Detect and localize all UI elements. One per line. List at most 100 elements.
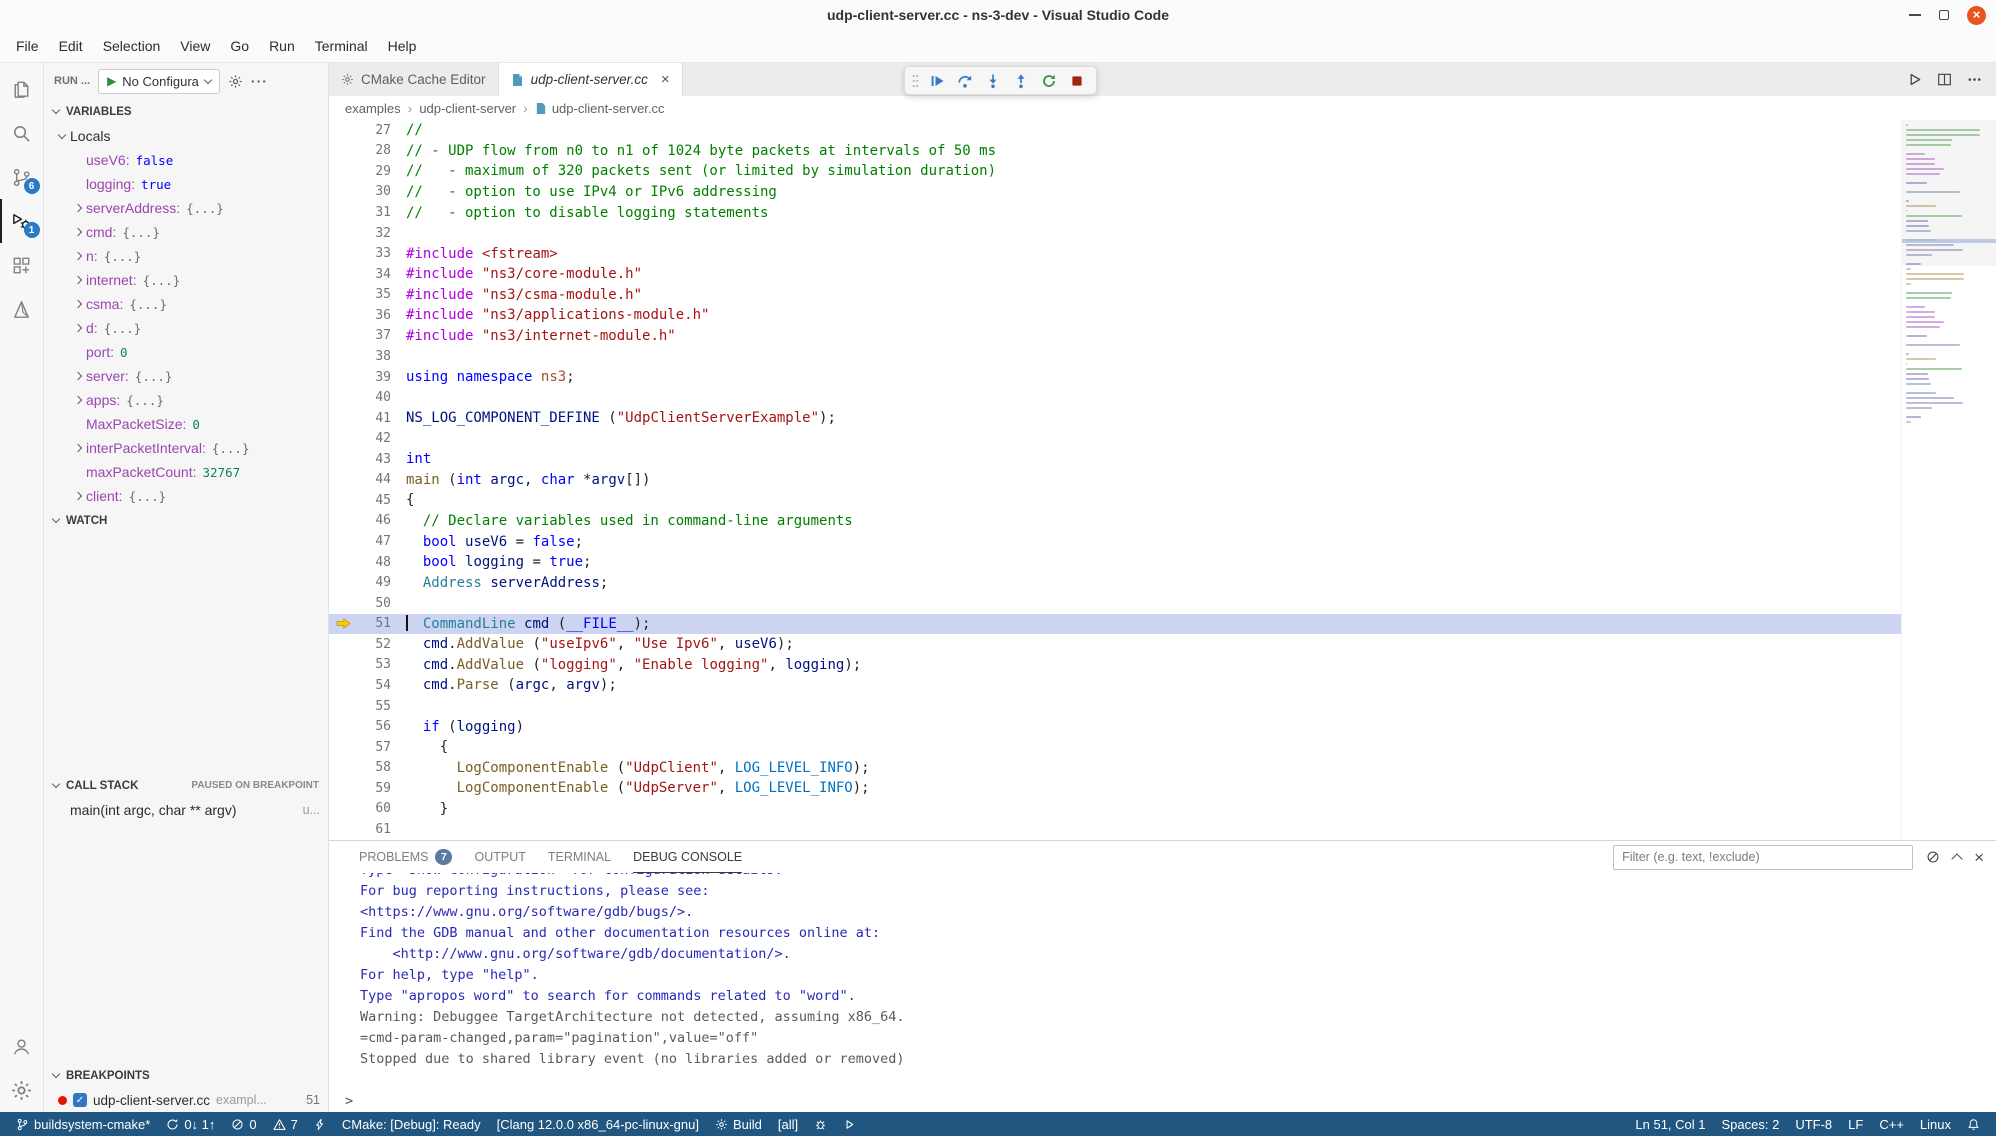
code-line[interactable]: 55 <box>329 696 1901 717</box>
console-input[interactable]: > <box>329 1090 1996 1112</box>
panel-tab-output[interactable]: OUTPUT <box>474 841 525 873</box>
run-debug-icon[interactable]: 1 <box>0 199 44 243</box>
variable-row[interactable]: n:{...} <box>44 244 328 268</box>
breakpoint-checkbox[interactable]: ✓ <box>73 1093 87 1107</box>
clear-console-icon[interactable] <box>1926 850 1940 864</box>
code-line[interactable]: 46 // Declare variables used in command-… <box>329 511 1901 532</box>
step-over-button[interactable] <box>952 68 977 93</box>
chevron-down-icon[interactable] <box>54 135 70 138</box>
breadcrumb-item-udp-client-servercc[interactable]: udp-client-server.cc <box>535 101 665 116</box>
variable-row[interactable]: internet:{...} <box>44 268 328 292</box>
more-actions-icon[interactable] <box>1967 72 1982 87</box>
continue-button[interactable] <box>924 68 949 93</box>
breadcrumb-item-udp-client-server[interactable]: udp-client-server <box>419 101 516 116</box>
code-line[interactable]: 56 if (logging) <box>329 716 1901 737</box>
cursor-position[interactable]: Ln 51, Col 1 <box>1627 1112 1713 1136</box>
extensions-icon[interactable] <box>0 243 44 287</box>
breadcrumb-item-examples[interactable]: examples <box>345 101 401 116</box>
minimize-button[interactable] <box>1909 14 1921 16</box>
minimap[interactable] <box>1901 120 1996 840</box>
split-editor-icon[interactable] <box>1937 72 1952 87</box>
code-line[interactable]: 39using namespace ns3; <box>329 367 1901 388</box>
close-button[interactable]: × <box>1967 6 1986 25</box>
code-line[interactable]: 48 bool logging = true; <box>329 552 1901 573</box>
console-filter-input[interactable] <box>1613 845 1913 870</box>
remote-os[interactable]: Linux <box>1912 1112 1959 1136</box>
code-line[interactable]: 53 cmd.AddValue ("logging", "Enable logg… <box>329 655 1901 676</box>
maximize-button[interactable] <box>1939 10 1949 20</box>
explorer-icon[interactable] <box>0 67 44 111</box>
code-line[interactable]: 36#include "ns3/applications-module.h" <box>329 305 1901 326</box>
code-line[interactable]: 42 <box>329 428 1901 449</box>
chevron-right-icon[interactable] <box>70 445 86 451</box>
code-line[interactable]: 54 cmd.Parse (argc, argv); <box>329 675 1901 696</box>
breakpoint-item[interactable]: ✓ udp-client-server.cc exampl... 51 <box>44 1088 328 1112</box>
errors-status[interactable]: 0 <box>223 1112 264 1136</box>
menu-help[interactable]: Help <box>378 33 427 59</box>
warnings-status[interactable]: 7 <box>265 1112 306 1136</box>
code-line[interactable]: 52 cmd.AddValue ("useIpv6", "Use Ipv6", … <box>329 634 1901 655</box>
chevron-right-icon[interactable] <box>70 205 86 211</box>
settings-gear-icon[interactable] <box>0 1068 44 1112</box>
branch-status[interactable]: buildsystem-cmake* <box>8 1112 158 1136</box>
account-icon[interactable] <box>0 1024 44 1068</box>
eol[interactable]: LF <box>1840 1112 1871 1136</box>
tab-cmake-cache-editor[interactable]: CMake Cache Editor <box>329 63 499 96</box>
chevron-right-icon[interactable] <box>70 253 86 259</box>
step-out-button[interactable] <box>1008 68 1033 93</box>
code-line[interactable]: 38 <box>329 346 1901 367</box>
start-debugging-icon[interactable]: ▶ <box>107 74 116 88</box>
code-line[interactable]: 61 <box>329 819 1901 840</box>
code-line[interactable]: 40 <box>329 387 1901 408</box>
menu-selection[interactable]: Selection <box>93 33 171 59</box>
chevron-right-icon[interactable] <box>70 229 86 235</box>
build-target[interactable]: [all] <box>770 1112 806 1136</box>
variable-row[interactable]: useV6:false <box>44 148 328 172</box>
code-line[interactable]: 32 <box>329 223 1901 244</box>
chevron-right-icon[interactable] <box>70 493 86 499</box>
menu-edit[interactable]: Edit <box>49 33 93 59</box>
code-line[interactable]: 33#include <fstream> <box>329 243 1901 264</box>
maximize-panel-icon[interactable] <box>1951 853 1962 864</box>
stop-button[interactable] <box>1064 68 1089 93</box>
variable-row[interactable]: serverAddress:{...} <box>44 196 328 220</box>
code-line[interactable]: 28// - UDP flow from n0 to n1 of 1024 by… <box>329 141 1901 162</box>
run-launch-button[interactable] <box>835 1112 864 1136</box>
chevron-right-icon[interactable] <box>70 301 86 307</box>
menu-terminal[interactable]: Terminal <box>305 33 378 59</box>
variable-row[interactable]: interPacketInterval:{...} <box>44 436 328 460</box>
code-line[interactable]: 44main (int argc, char *argv[]) <box>329 470 1901 491</box>
call-stack-section-header[interactable]: CALL STACKPAUSED ON BREAKPOINT <box>44 773 328 798</box>
language-mode[interactable]: C++ <box>1871 1112 1912 1136</box>
variable-row[interactable]: d:{...} <box>44 316 328 340</box>
code-line[interactable]: 27// <box>329 120 1901 141</box>
code-line[interactable]: 37#include "ns3/internet-module.h" <box>329 326 1901 347</box>
debug-launch-button[interactable] <box>806 1112 835 1136</box>
notifications[interactable] <box>1959 1112 1988 1136</box>
minimap-slider[interactable] <box>1902 120 1996 266</box>
code-line[interactable]: 30// - option to use IPv4 or IPv6 addres… <box>329 182 1901 203</box>
code-line[interactable]: 41NS_LOG_COMPONENT_DEFINE ("UdpClientSer… <box>329 408 1901 429</box>
menu-run[interactable]: Run <box>259 33 305 59</box>
menu-file[interactable]: File <box>6 33 49 59</box>
cmake-tools-icon[interactable] <box>0 287 44 331</box>
code-line[interactable]: 47 bool useV6 = false; <box>329 531 1901 552</box>
breakpoints-section-header[interactable]: BREAKPOINTS <box>44 1063 328 1088</box>
more-actions-icon[interactable]: ··· <box>251 73 268 89</box>
variable-row[interactable]: cmd:{...} <box>44 220 328 244</box>
menu-view[interactable]: View <box>170 33 220 59</box>
code-line[interactable]: 51 CommandLine cmd (__FILE__); <box>329 614 1901 635</box>
code-line[interactable]: 31// - option to disable logging stateme… <box>329 202 1901 223</box>
debug-config-dropdown[interactable]: ▶ No Configura <box>98 69 220 94</box>
indentation[interactable]: Spaces: 2 <box>1714 1112 1788 1136</box>
code-line[interactable]: 43int <box>329 449 1901 470</box>
variable-row[interactable]: client:{...} <box>44 484 328 508</box>
close-tab-icon[interactable]: × <box>661 71 670 88</box>
code-line[interactable]: 35#include "ns3/csma-module.h" <box>329 285 1901 306</box>
panel-tab-problems[interactable]: PROBLEMS7 <box>359 841 452 873</box>
chevron-right-icon[interactable] <box>70 325 86 331</box>
watch-section-header[interactable]: WATCH <box>44 508 328 533</box>
code-line[interactable]: 50 <box>329 593 1901 614</box>
chevron-right-icon[interactable] <box>70 373 86 379</box>
code-line[interactable]: 34#include "ns3/core-module.h" <box>329 264 1901 285</box>
